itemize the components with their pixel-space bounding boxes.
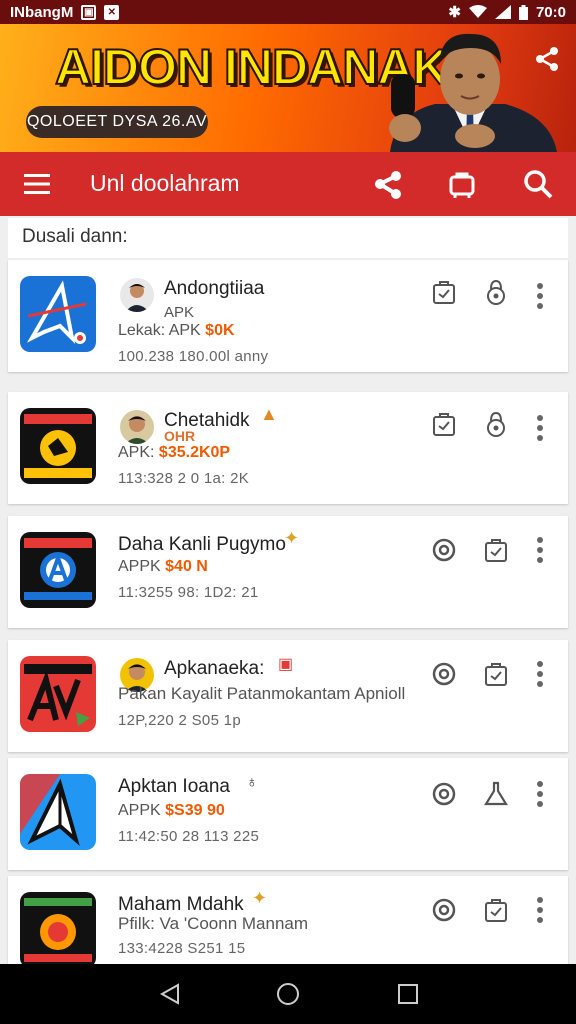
app-detail: APK: xyxy=(118,444,155,461)
more-options-icon[interactable] xyxy=(536,282,544,310)
promo-banner[interactable]: AIDON INDANAK QOLOEET DYSA 26.AV xyxy=(0,24,576,152)
lock-icon[interactable] xyxy=(482,278,510,306)
more-options-icon[interactable] xyxy=(536,896,544,924)
camera-icon[interactable] xyxy=(430,536,458,564)
bag-icon[interactable] xyxy=(482,660,510,688)
bag-icon[interactable] xyxy=(430,410,458,438)
status-time: 70:0 xyxy=(535,3,566,21)
app-name: Maham Mdahk xyxy=(118,894,244,915)
badge-icon: ✦ xyxy=(284,528,300,548)
bag-icon[interactable] xyxy=(482,536,510,564)
app-meta: 133:4228 S251 15 xyxy=(118,940,246,957)
lock-icon[interactable] xyxy=(482,410,510,438)
app-meta: 11:42:50 28 113 225 xyxy=(118,828,260,845)
app-icon xyxy=(20,774,96,850)
app-price: $40 N xyxy=(165,558,208,575)
wifi-icon xyxy=(468,5,487,18)
app-meta: 113:328 2 0 1a: 2K xyxy=(118,470,250,487)
more-options-icon[interactable] xyxy=(536,536,544,564)
app-meta: 12P,220 2 S05 1p xyxy=(118,712,241,729)
app-detail: APPK xyxy=(118,558,161,575)
close-notification-icon: ✕ xyxy=(104,4,120,20)
app-price: $0K xyxy=(205,322,235,339)
system-nav-bar xyxy=(0,964,576,1024)
more-options-icon[interactable] xyxy=(536,660,544,688)
camera-icon[interactable] xyxy=(430,660,458,688)
badge-icon: ▣ xyxy=(278,656,294,673)
app-icon xyxy=(20,408,96,484)
app-detail: Lekak: APK xyxy=(118,322,201,339)
battery-icon xyxy=(518,4,528,20)
signal-icon xyxy=(494,5,511,19)
recents-icon[interactable] xyxy=(396,982,420,1006)
app-detail: Pfilk: Va 'Coonn Mannam xyxy=(118,914,309,933)
toolbar-title: Unl doolahram xyxy=(90,170,240,196)
badge-icon: ✦ xyxy=(252,888,268,908)
app-detail: Pakan Kayalit Patanmokantam Apnioll xyxy=(118,684,406,703)
app-toolbar: Unl doolahram xyxy=(0,152,576,216)
badge-icon: ▲ xyxy=(260,404,278,424)
menu-icon[interactable] xyxy=(24,172,52,196)
app-name: Daha Kanli Pugymo xyxy=(118,534,286,555)
bag-icon[interactable] xyxy=(446,168,478,200)
app-sub-tag: APK xyxy=(164,304,195,321)
app-sub-tag: OHR xyxy=(164,428,196,444)
app-icon xyxy=(20,656,96,732)
camera-icon[interactable] xyxy=(430,780,458,808)
avatar xyxy=(120,410,154,444)
app-price: $35.2K0P xyxy=(158,444,231,461)
list-item[interactable]: Apkanaeka: ▣ Pakan Kayalit Patanmokantam… xyxy=(8,640,568,752)
more-options-icon[interactable] xyxy=(536,780,544,808)
app-icon xyxy=(20,892,96,968)
app-name: Apktan Ioana xyxy=(118,776,230,797)
section-label: Dusali dann: xyxy=(22,226,128,247)
photo-notification-icon: ▣ xyxy=(81,4,97,20)
camera-icon[interactable] xyxy=(430,896,458,924)
app-price: $S39 90 xyxy=(165,802,225,819)
list-item[interactable]: Andongtiiaa APK Lekak: APK $0K 100.238 1… xyxy=(8,260,568,372)
bag-icon[interactable] xyxy=(482,896,510,924)
app-icon xyxy=(20,276,96,352)
badge-icon: ♁ xyxy=(246,774,258,791)
app-meta: 11:3255 98: 1D2: 21 xyxy=(118,584,259,601)
flask-icon[interactable] xyxy=(482,780,510,808)
more-options-icon[interactable] xyxy=(536,414,544,442)
bag-icon[interactable] xyxy=(430,278,458,306)
bluetooth-icon: ✱ xyxy=(448,4,461,21)
app-meta: 100.238 180.00l anny xyxy=(118,348,269,365)
avatar xyxy=(120,278,154,312)
app-icon xyxy=(20,532,96,608)
search-icon[interactable] xyxy=(522,168,554,200)
share-icon[interactable] xyxy=(532,44,562,74)
share-icon[interactable] xyxy=(372,168,404,200)
app-name: Apkanaeka: xyxy=(164,658,265,679)
banner-pill[interactable]: QOLOEET DYSA 26.AV xyxy=(26,106,208,138)
list-item[interactable]: Chetahidk ▲ OHR APK: $35.2K0P 113:328 2 … xyxy=(8,392,568,504)
carrier-label: INbangM xyxy=(10,3,74,21)
home-icon[interactable] xyxy=(276,982,300,1006)
app-name: Andongtiiaa xyxy=(164,278,265,299)
status-bar: INbangM ▣ ✕ ✱ 70:0 xyxy=(0,0,576,24)
back-icon[interactable] xyxy=(158,982,182,1006)
app-detail: APPK xyxy=(118,802,161,819)
list-item[interactable]: Apktan Ioana ♁ APPK $S39 90 11:42:50 28 … xyxy=(8,758,568,870)
list-item[interactable]: Daha Kanli Pugymo ✦ APPK $40 N 11:3255 9… xyxy=(8,516,568,628)
